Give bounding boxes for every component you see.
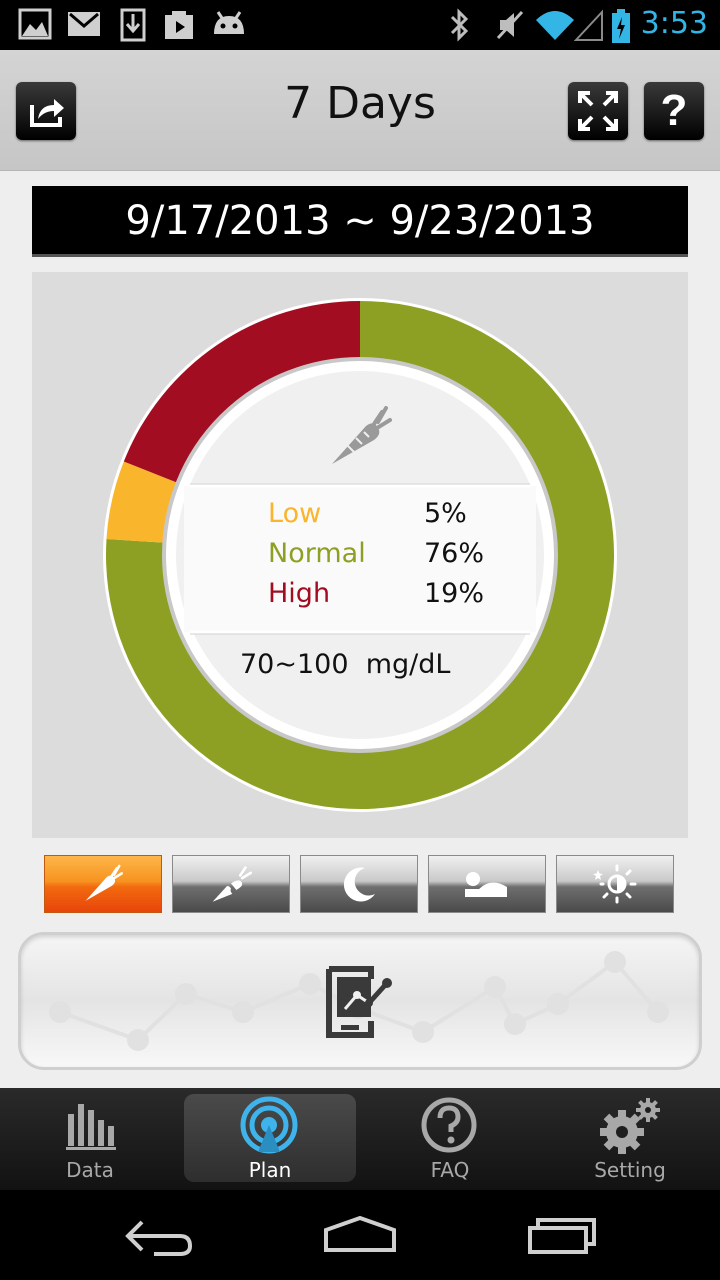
clock: 3:53	[640, 6, 708, 41]
signal-icon	[574, 9, 603, 41]
nav-data[interactable]: Data	[0, 1088, 180, 1190]
range-value: 70~100	[240, 649, 349, 680]
gmail-icon	[68, 12, 100, 36]
legend-label-low: Low	[268, 498, 322, 529]
gear-icon	[600, 1098, 660, 1154]
nav-label: Setting	[594, 1158, 666, 1182]
share-button[interactable]	[16, 82, 76, 140]
date-range-bar: 9/17/2013 ~ 9/23/2013	[32, 186, 688, 257]
legend-label-normal: Normal	[268, 538, 366, 569]
range-unit: mg/dL	[365, 649, 451, 680]
tab-after-meal[interactable]	[172, 855, 290, 913]
carrot-icon	[332, 406, 392, 464]
fullscreen-button[interactable]	[568, 82, 628, 140]
nav-plan[interactable]: Plan	[180, 1088, 360, 1190]
mute-icon	[496, 10, 524, 40]
bottom-navigation: Data Plan FAQ Setting	[0, 1088, 720, 1190]
recents-icon[interactable]	[526, 1216, 598, 1256]
help-button[interactable]: ?	[644, 82, 704, 140]
nav-label: FAQ	[430, 1158, 470, 1182]
system-navigation-bar	[0, 1190, 720, 1280]
download-icon	[120, 8, 146, 42]
chart-summary: Low 5% Normal 76% High 19% 70~100 mg/dL	[32, 272, 688, 838]
legend-percent-normal: 76%	[424, 538, 485, 569]
wifi-icon	[536, 11, 574, 40]
sleeping-icon	[465, 872, 507, 897]
sun-icon	[593, 864, 637, 904]
legend-percent-high: 19%	[424, 578, 485, 609]
tablet-trend-icon	[326, 966, 392, 1038]
legend-label-high: High	[268, 578, 331, 609]
bar-chart-icon	[66, 1104, 116, 1150]
tab-bedtime[interactable]	[300, 855, 418, 913]
nav-faq[interactable]: FAQ	[360, 1088, 540, 1190]
share-icon	[30, 99, 64, 127]
nav-setting[interactable]: Setting	[540, 1088, 720, 1190]
page-title: 7 Days	[284, 78, 436, 129]
trend-graph-button[interactable]	[18, 932, 702, 1070]
header-bar: 7 Days ?	[0, 50, 720, 171]
nav-label: Plan	[248, 1158, 292, 1182]
tab-before-meal[interactable]	[44, 855, 162, 913]
carrot-icon	[85, 864, 123, 901]
tab-sleep[interactable]	[428, 855, 546, 913]
battery-icon	[612, 9, 630, 43]
donut-chart-panel: Low 5% Normal 76% High 19% 70~100 mg/dL	[32, 272, 688, 838]
eaten-carrot-icon	[212, 866, 252, 902]
back-icon[interactable]	[124, 1218, 196, 1258]
question-icon	[421, 1097, 477, 1153]
home-icon[interactable]	[322, 1214, 398, 1254]
gallery-icon	[18, 8, 52, 40]
target-range: 70~100 mg/dL	[240, 649, 450, 680]
fullscreen-icon	[578, 91, 618, 131]
nav-label: Data	[66, 1158, 114, 1182]
help-icon: ?	[660, 86, 688, 135]
bluetooth-icon	[450, 8, 469, 42]
play-store-icon	[165, 11, 193, 39]
legend-percent-low: 5%	[424, 498, 467, 529]
plan-target-icon	[240, 1096, 298, 1154]
status-bar: 3:53	[0, 0, 720, 50]
android-icon	[214, 11, 244, 34]
moon-icon	[343, 867, 375, 902]
tab-fasting[interactable]	[556, 855, 674, 913]
